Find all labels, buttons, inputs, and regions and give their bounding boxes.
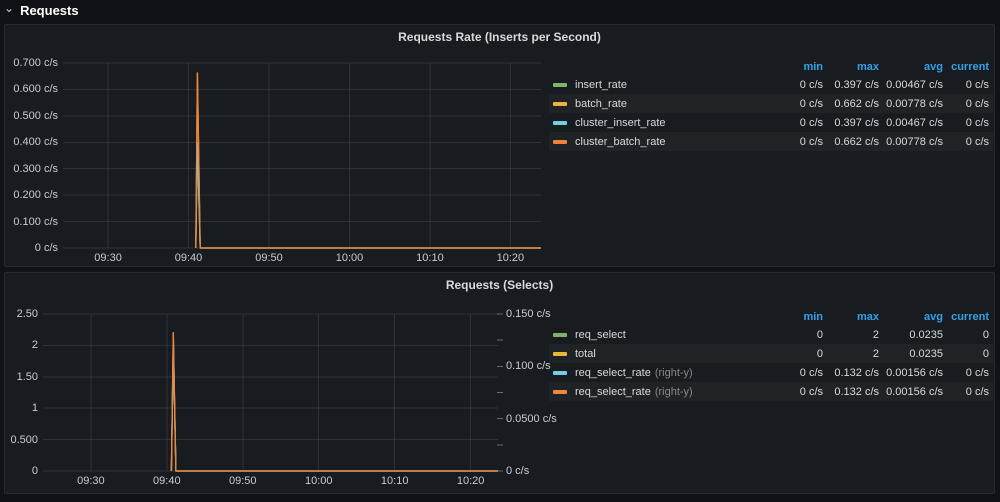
series-line-req_select_rate	[171, 333, 498, 471]
right-y-axis-tick-label: 0.150 c/s	[506, 308, 551, 320]
right-y-axis-tick-label: 0.0500 c/s	[506, 413, 557, 425]
y-axis-tick-label: 0	[5, 465, 38, 477]
x-axis-tick-label: 09:50	[221, 475, 265, 487]
x-axis-tick-label: 10:20	[488, 252, 532, 264]
x-axis-tick-label: 10:10	[408, 252, 452, 264]
row-title: Requests	[20, 3, 79, 18]
dashboard-row-requests[interactable]: ⌄ Requests	[4, 0, 79, 20]
x-axis-tick-label: 09:40	[145, 475, 189, 487]
y-axis-tick-label: 2.50	[5, 308, 38, 320]
time-series-chart[interactable]	[5, 273, 994, 493]
y-axis-tick-label: 1	[5, 402, 38, 414]
y-axis-tick-label: 0.700 c/s	[5, 57, 58, 69]
y-axis-tick-label: 2	[5, 339, 38, 351]
x-axis-tick-label: 10:10	[373, 475, 417, 487]
y-axis-tick-label: 0.300 c/s	[5, 163, 58, 175]
panel-requests-rate-inserts: Requests Rate (Inserts per Second) min m…	[4, 24, 995, 267]
x-axis-tick-label: 10:00	[297, 475, 341, 487]
panel-requests-selects: Requests (Selects) min max avg current r…	[4, 272, 995, 494]
y-axis-tick-label: 0.400 c/s	[5, 136, 58, 148]
y-axis-tick-label: 0.200 c/s	[5, 189, 58, 201]
grafana-dashboard: { "section": { "title": "Requests", "che…	[0, 0, 1000, 502]
y-axis-tick-label: 1.50	[5, 371, 38, 383]
x-axis-tick-label: 09:50	[247, 252, 291, 264]
time-series-chart[interactable]	[5, 25, 994, 266]
series-line-req_select_rate	[171, 333, 498, 471]
right-y-axis-tick-label: 0 c/s	[506, 465, 529, 477]
x-axis-tick-label: 09:30	[86, 252, 130, 264]
y-axis-tick-label: 0.100 c/s	[5, 216, 58, 228]
chevron-down-icon: ⌄	[4, 2, 14, 14]
x-axis-tick-label: 09:40	[167, 252, 211, 264]
y-axis-tick-label: 0.500 c/s	[5, 110, 58, 122]
y-axis-tick-label: 0.500	[5, 434, 38, 446]
y-axis-tick-label: 0 c/s	[5, 242, 58, 254]
x-axis-tick-label: 10:20	[449, 475, 493, 487]
x-axis-tick-label: 09:30	[69, 475, 113, 487]
right-y-axis-tick-label: 0.100 c/s	[506, 360, 551, 372]
y-axis-tick-label: 0.600 c/s	[5, 83, 58, 95]
x-axis-tick-label: 10:00	[327, 252, 371, 264]
